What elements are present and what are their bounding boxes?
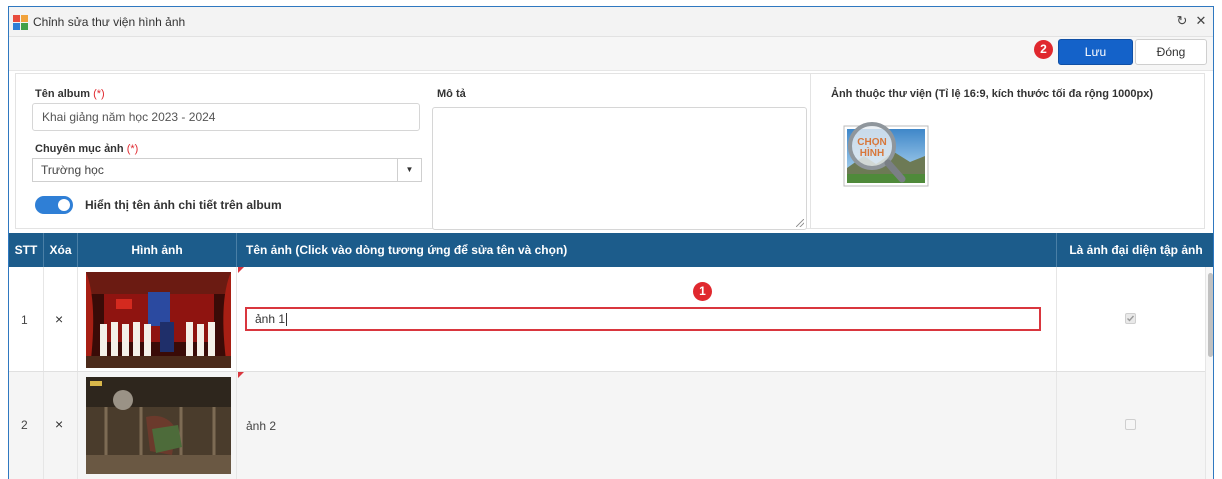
choose-image-picker[interactable]: CHỌN HÌNH — [842, 118, 934, 198]
category-select[interactable]: Trường học ▼ — [32, 158, 422, 182]
table-row[interactable]: 1 × 1 ảnh 1 — [9, 267, 1213, 372]
cover-image-checkbox[interactable] — [1125, 313, 1136, 324]
col-stt: STT — [9, 233, 44, 267]
table-scrollbar[interactable] — [1205, 267, 1213, 479]
action-toolbar: 2 Lưu Đóng — [9, 37, 1213, 71]
album-name-input[interactable]: Khai giảng năm học 2023 - 2024 — [32, 103, 420, 131]
edit-gallery-window: Chỉnh sửa thư viện hình ảnh ↻ ✕ 2 Lưu Đó… — [8, 6, 1214, 479]
toggle-knob — [58, 199, 70, 211]
scrollbar-thumb[interactable] — [1208, 273, 1213, 357]
window-title: Chỉnh sửa thư viện hình ảnh — [33, 15, 186, 29]
category-label: Chuyên mục ảnh (*) — [35, 143, 139, 155]
library-image-label: Ảnh thuộc thư viện (Tỉ lệ 16:9, kích thư… — [831, 88, 1154, 100]
cover-image-checkbox[interactable] — [1125, 419, 1136, 430]
close-icon[interactable]: ✕ — [1192, 13, 1210, 29]
save-button[interactable]: Lưu — [1058, 39, 1133, 65]
refresh-icon[interactable]: ↻ — [1173, 13, 1191, 29]
photo-thumbnail-stage[interactable] — [86, 377, 231, 474]
description-label: Mô tả — [437, 88, 466, 100]
album-form: Tên album (*) Khai giảng năm học 2023 - … — [15, 73, 1205, 230]
dropdown-caret-icon: ▼ — [397, 159, 421, 181]
image-name-text[interactable]: ảnh 2 — [246, 419, 276, 433]
table-body: 1 × 1 ảnh 1 2 × ảnh 2 — [9, 267, 1213, 479]
table-row[interactable]: 2 × ảnh 2 — [9, 372, 1213, 479]
step-badge-2: 2 — [1034, 40, 1053, 59]
col-delete: Xóa — [44, 233, 78, 267]
show-image-names-toggle[interactable] — [35, 196, 73, 214]
row-number: 2 — [21, 418, 28, 432]
svg-text:CHỌN: CHỌN — [857, 137, 886, 148]
check-icon — [1127, 315, 1135, 322]
col-cover-image: Là ảnh đại diện tập ảnh — [1069, 243, 1203, 257]
col-image: Hình ảnh — [78, 233, 237, 267]
resize-grip-icon[interactable] — [796, 219, 804, 227]
album-name-label: Tên album (*) — [35, 88, 105, 100]
image-name-input[interactable]: ảnh 1 — [245, 307, 1041, 331]
photo-thumbnail-ceremony[interactable] — [86, 272, 231, 368]
toggle-label: Hiển thị tên ảnh chi tiết trên album — [85, 198, 282, 212]
delete-row-icon[interactable]: × — [55, 416, 63, 432]
choose-image-icon: CHỌN HÌNH — [843, 122, 929, 187]
row-number: 1 — [21, 313, 28, 327]
app-grid-icon — [13, 15, 29, 31]
table-header: STT Xóa Hình ảnh Tên ảnh (Click vào dòng… — [9, 233, 1213, 267]
description-textarea[interactable] — [432, 107, 807, 230]
close-button[interactable]: Đóng — [1135, 39, 1207, 65]
delete-row-icon[interactable]: × — [55, 311, 63, 327]
step-badge-1: 1 — [693, 282, 712, 301]
column-divider — [810, 74, 811, 228]
col-image-name: Tên ảnh (Click vào dòng tương ứng để sửa… — [237, 233, 1057, 267]
title-bar: Chỉnh sửa thư viện hình ảnh ↻ ✕ — [9, 7, 1213, 37]
svg-text:HÌNH: HÌNH — [860, 146, 884, 159]
